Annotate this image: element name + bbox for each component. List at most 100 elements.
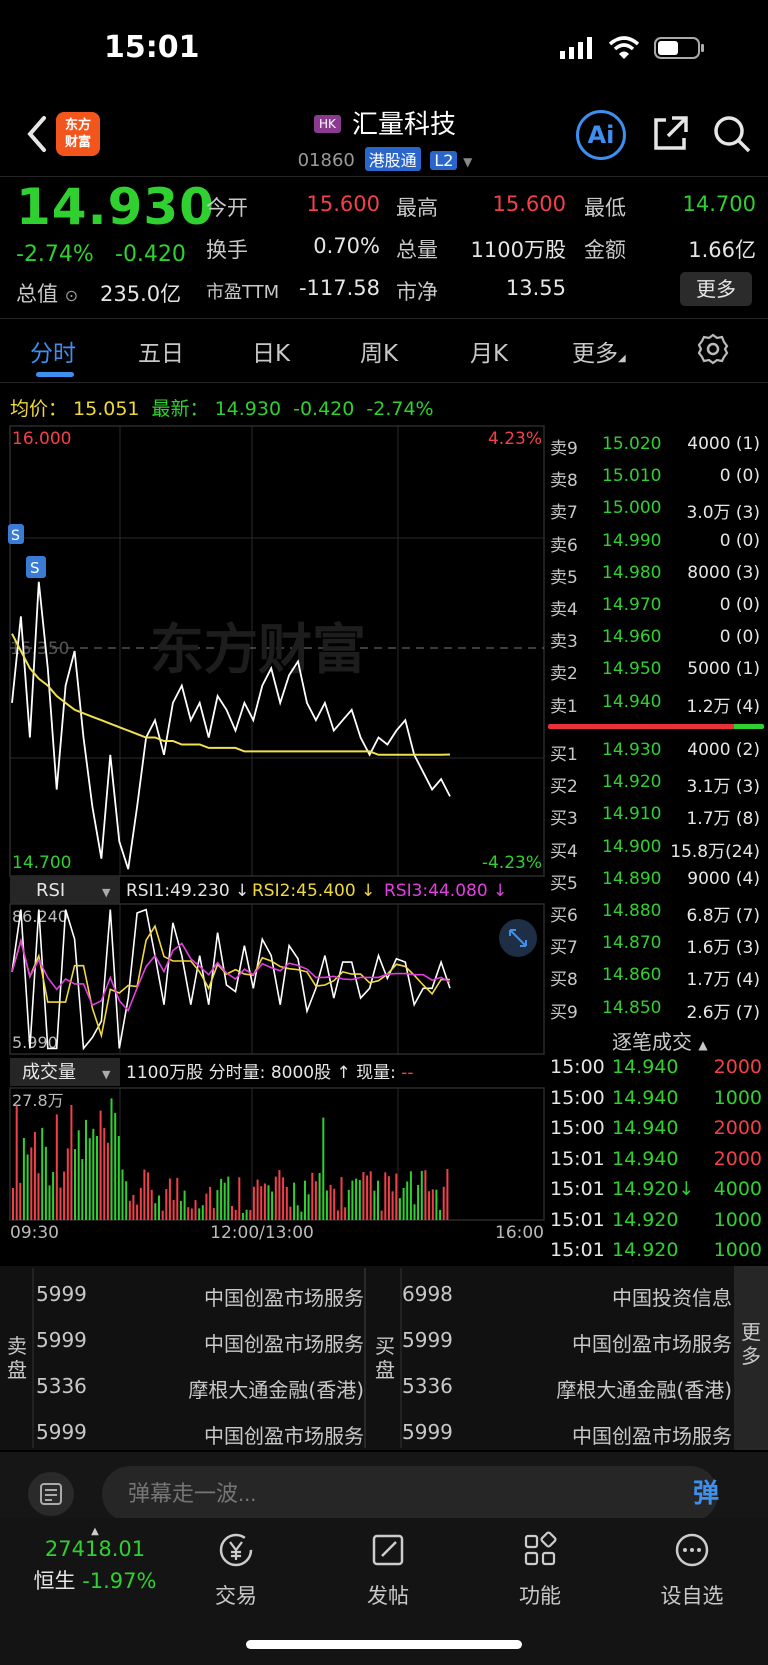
trade-volume: 1000: [713, 1086, 762, 1109]
broker-name: 中国创盈市场服务: [204, 1332, 364, 1356]
bid-row[interactable]: 买6 14.880 6.8万 (7): [548, 895, 768, 927]
danmu-toggle-button[interactable]: 弹: [678, 1466, 734, 1522]
ask-row[interactable]: 卖1 14.940 1.2万 (4): [548, 686, 768, 718]
sell-broker-row[interactable]: 5999 中国创盈市场服务: [36, 1274, 364, 1314]
share-icon[interactable]: [650, 114, 690, 154]
trade-time: 15:01: [550, 1239, 605, 1261]
broker-code: 5999: [36, 1282, 87, 1306]
avg-label: 均价：: [10, 398, 68, 420]
broker-name: 中国创盈市场服务: [204, 1424, 364, 1448]
bid-row[interactable]: 买5 14.890 9000 (4): [548, 863, 768, 895]
level-price: 14.890: [602, 868, 662, 889]
yen-cycle-icon: [219, 1533, 253, 1567]
danmu-input[interactable]: [102, 1466, 718, 1522]
buy-broker-row[interactable]: 5999 中国创盈市场服务: [402, 1320, 732, 1360]
latest-change: -0.420: [293, 398, 355, 420]
index-name: 恒生: [33, 1569, 76, 1593]
level-label: 卖5: [550, 567, 578, 588]
level-label: 卖6: [550, 535, 578, 556]
trades-title[interactable]: 逐笔成交 ▲: [612, 1026, 708, 1055]
bid-row[interactable]: 买4 14.900 15.8万(24): [548, 831, 768, 863]
signal-icon: [560, 37, 592, 59]
high-value: 15.600: [492, 192, 566, 216]
nav-post[interactable]: 发帖: [328, 1530, 448, 1610]
open-label: 今开: [206, 196, 248, 220]
bid-row[interactable]: 买3 14.910 1.7万 (8): [548, 798, 768, 830]
bid-row[interactable]: 买9 14.850 2.6万 (7): [548, 992, 768, 1024]
volume-bar: [435, 1189, 438, 1220]
index-ticker[interactable]: ▲ 27418.01 恒生 -1.97%: [20, 1526, 170, 1595]
volume-bar: [311, 1172, 314, 1220]
battery-icon: [654, 37, 704, 59]
volume-bar: [37, 1173, 40, 1220]
watermark: 东方财富: [150, 618, 366, 681]
volume-bar: [55, 1114, 58, 1220]
level-price: 14.920: [602, 772, 662, 793]
volume-bar: [106, 1142, 109, 1220]
search-icon[interactable]: [712, 114, 752, 154]
amount-value: 1.66亿: [688, 238, 756, 262]
buy-broker-row[interactable]: 5336 摩根大通金融(香港): [402, 1366, 732, 1406]
broker-code: 5999: [402, 1328, 453, 1352]
more-quote-button[interactable]: 更多: [680, 272, 752, 306]
bid-row[interactable]: 买7 14.870 1.6万 (3): [548, 927, 768, 959]
ai-assistant-button[interactable]: Ai: [576, 110, 626, 160]
sell-broker-row[interactable]: 5999 中国创盈市场服务: [36, 1412, 364, 1452]
level-volume: 1.2万 (4): [686, 696, 760, 717]
trade-price: 14.920: [612, 1208, 679, 1231]
ask-row[interactable]: 卖5 14.980 8000 (3): [548, 557, 768, 589]
bid-row[interactable]: 买8 14.860 1.7万 (4): [548, 959, 768, 991]
level-price: 14.900: [602, 836, 662, 857]
ask-row[interactable]: 卖4 14.970 0 (0): [548, 589, 768, 621]
sell-broker-row[interactable]: 5999 中国创盈市场服务: [36, 1320, 364, 1360]
back-icon[interactable]: [22, 114, 52, 154]
level-price: 14.880: [602, 901, 662, 921]
nav-trade[interactable]: 交易: [176, 1530, 296, 1610]
bid-row[interactable]: 买1 14.930 4000 (2): [548, 734, 768, 766]
nav-functions[interactable]: 功能: [480, 1530, 600, 1610]
tab-intraday[interactable]: 分时: [30, 334, 76, 368]
brokers-more-label: 更多: [741, 1320, 761, 1368]
level-price: 14.990: [602, 530, 662, 551]
ask-row[interactable]: 卖8 15.010 0 (0): [548, 460, 768, 492]
bid-row[interactable]: 买2 14.920 3.1万 (3): [548, 766, 768, 798]
ask-row[interactable]: 卖7 15.000 3.0万 (3): [548, 492, 768, 524]
stock-title[interactable]: HK 汇量科技 01860 港股通 L2 ▼: [200, 104, 570, 171]
ask-row[interactable]: 卖3 14.960 0 (0): [548, 621, 768, 653]
volume-bar: [132, 1194, 135, 1220]
nav-watchlist[interactable]: 设自选: [632, 1530, 752, 1610]
ask-row[interactable]: 卖2 14.950 5000 (1): [548, 653, 768, 685]
low-value: 14.700: [682, 192, 756, 216]
volume-bar: [377, 1180, 379, 1220]
sell-broker-row[interactable]: 5336 摩根大通金融(香港): [36, 1366, 364, 1406]
amount-label: 金额: [584, 238, 626, 262]
tab-weekly[interactable]: 周K: [360, 334, 398, 368]
brokers-more-button[interactable]: 更多: [734, 1266, 768, 1450]
level-label: 卖7: [550, 503, 578, 524]
tab-more[interactable]: 更多◢: [572, 334, 626, 368]
tab-daily[interactable]: 日K: [252, 334, 290, 368]
broker-code: 5999: [36, 1328, 87, 1352]
buy-broker-row[interactable]: 6998 中国投资信息: [402, 1274, 732, 1314]
ask-row[interactable]: 卖9 15.020 4000 (1): [548, 428, 768, 460]
buy-broker-row[interactable]: 5999 中国创盈市场服务: [402, 1412, 732, 1452]
volume-bar: [249, 1210, 252, 1220]
broker-name: 摩根大通金融(香港): [556, 1378, 732, 1402]
level-price: 14.930: [602, 740, 662, 760]
volume-bar: [22, 1138, 25, 1220]
tab-5day[interactable]: 五日: [138, 334, 184, 368]
time-label-close: 16:00: [495, 1223, 544, 1240]
level-price: 15.010: [602, 466, 662, 487]
status-time: 15:01: [104, 30, 200, 65]
gear-icon[interactable]: [696, 332, 730, 366]
level-volume: 9000 (4): [687, 868, 760, 889]
volume-bar: [391, 1191, 394, 1220]
intraday-chart[interactable]: 东方财富 16.000 14.700 15.350 4.23% -4.23% S…: [0, 420, 548, 1240]
info-icon[interactable]: ⊙: [65, 286, 78, 305]
ask-row[interactable]: 卖6 14.990 0 (0): [548, 525, 768, 557]
volume-bar: [274, 1176, 277, 1220]
volume-bar: [26, 1154, 29, 1220]
volume-bar: [183, 1190, 186, 1220]
tab-monthly[interactable]: 月K: [470, 334, 508, 368]
comment-list-icon[interactable]: [28, 1472, 74, 1516]
